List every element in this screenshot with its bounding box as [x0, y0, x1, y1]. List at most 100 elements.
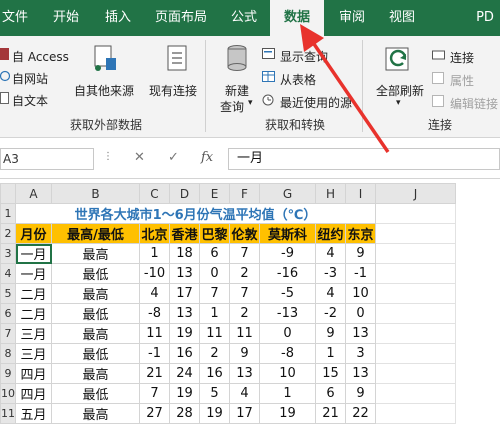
column-header-d[interactable]: D — [169, 183, 200, 204]
header-cell[interactable]: 巴黎 — [199, 223, 230, 244]
data-cell[interactable]: 2 — [229, 303, 260, 324]
data-cell[interactable]: 0 — [199, 263, 230, 284]
data-cell[interactable]: 5 — [199, 383, 230, 404]
data-cell[interactable]: 最低 — [51, 263, 140, 284]
row-header[interactable]: 3 — [0, 243, 16, 264]
cancel-icon[interactable]: ✕ — [134, 150, 145, 165]
data-cell[interactable]: -5 — [259, 283, 316, 304]
data-cell[interactable]: -10 — [139, 263, 170, 284]
data-cell[interactable]: 19 — [199, 403, 230, 424]
row-header[interactable]: 5 — [0, 283, 16, 304]
cell-empty[interactable] — [375, 363, 456, 384]
data-cell[interactable]: 五月 — [15, 403, 52, 424]
name-box[interactable]: A3 — [0, 148, 94, 170]
header-cell[interactable]: 香港 — [169, 223, 200, 244]
data-cell[interactable]: 9 — [315, 323, 346, 344]
column-header-h[interactable]: H — [315, 183, 346, 204]
header-cell[interactable]: 最高/最低 — [51, 223, 140, 244]
data-cell[interactable]: 11 — [139, 323, 170, 344]
data-cell[interactable]: 1 — [139, 243, 170, 264]
data-cell[interactable]: 7 — [229, 283, 260, 304]
row-header[interactable]: 4 — [0, 263, 16, 284]
data-cell[interactable]: 四月 — [15, 363, 52, 384]
sheet-title-cell[interactable]: 世界各大城市1～6月份气温平均值（℃） — [15, 203, 376, 224]
data-cell[interactable]: 0 — [345, 303, 376, 324]
data-cell[interactable]: 10 — [345, 283, 376, 304]
tab-data[interactable]: 数据 — [270, 0, 324, 36]
formula-input[interactable]: 一月 — [228, 148, 500, 170]
data-cell[interactable]: -13 — [259, 303, 316, 324]
data-cell[interactable]: 最高 — [51, 323, 140, 344]
data-cell[interactable]: 17 — [169, 283, 200, 304]
data-cell[interactable]: 0 — [259, 323, 316, 344]
column-header-i[interactable]: I — [345, 183, 376, 204]
cell-empty[interactable] — [375, 303, 456, 324]
data-cell[interactable]: 17 — [229, 403, 260, 424]
cell-empty[interactable] — [375, 343, 456, 364]
select-all-corner[interactable] — [0, 183, 16, 204]
column-header-a[interactable]: A — [15, 183, 52, 204]
cell-empty[interactable] — [375, 203, 456, 224]
cell-empty[interactable] — [375, 283, 456, 304]
cell-empty[interactable] — [375, 243, 456, 264]
data-cell[interactable]: 24 — [169, 363, 200, 384]
data-cell[interactable]: 21 — [315, 403, 346, 424]
data-cell[interactable]: 11 — [199, 323, 230, 344]
data-cell[interactable]: 19 — [169, 323, 200, 344]
data-cell[interactable]: -3 — [315, 263, 346, 284]
header-cell[interactable]: 月份 — [15, 223, 52, 244]
tab-review[interactable]: 审阅 — [330, 0, 374, 36]
cell-empty[interactable] — [375, 403, 456, 424]
header-cell[interactable]: 纽约 — [315, 223, 346, 244]
data-cell[interactable]: 19 — [169, 383, 200, 404]
column-header-e[interactable]: E — [199, 183, 230, 204]
data-cell[interactable]: 1 — [259, 383, 316, 404]
cell-empty[interactable] — [375, 323, 456, 344]
row-header[interactable]: 8 — [0, 343, 16, 364]
data-cell[interactable]: 13 — [229, 363, 260, 384]
data-cell[interactable]: 7 — [139, 383, 170, 404]
data-cell[interactable]: 7 — [199, 283, 230, 304]
data-cell[interactable]: 最低 — [51, 303, 140, 324]
data-cell[interactable]: -8 — [259, 343, 316, 364]
data-cell[interactable]: 1 — [315, 343, 346, 364]
tab-insert[interactable]: 插入 — [96, 0, 140, 36]
data-cell[interactable]: -2 — [315, 303, 346, 324]
row-header[interactable]: 2 — [0, 223, 16, 244]
row-header[interactable]: 1 — [0, 203, 16, 224]
column-header-j[interactable]: J — [375, 183, 456, 204]
insert-function-icon[interactable]: fx — [201, 150, 213, 165]
data-cell[interactable]: 一月 — [15, 263, 52, 284]
data-cell[interactable]: 22 — [345, 403, 376, 424]
data-cell[interactable]: 9 — [229, 343, 260, 364]
data-cell[interactable]: 13 — [169, 263, 200, 284]
data-cell[interactable]: 3 — [345, 343, 376, 364]
data-cell[interactable]: 二月 — [15, 283, 52, 304]
data-cell[interactable]: 4 — [139, 283, 170, 304]
tab-pdf[interactable]: PD — [470, 0, 500, 36]
data-cell[interactable]: 1 — [199, 303, 230, 324]
data-cell[interactable]: 2 — [229, 263, 260, 284]
data-cell[interactable]: 10 — [259, 363, 316, 384]
data-cell[interactable]: 4 — [315, 243, 346, 264]
data-cell[interactable]: 11 — [229, 323, 260, 344]
column-header-f[interactable]: F — [229, 183, 260, 204]
cell-empty[interactable] — [375, 263, 456, 284]
tab-formulas[interactable]: 公式 — [222, 0, 266, 36]
cell-empty[interactable] — [375, 223, 456, 244]
data-cell[interactable]: 三月 — [15, 343, 52, 364]
data-cell[interactable]: 最高 — [51, 283, 140, 304]
data-cell[interactable]: 13 — [345, 363, 376, 384]
column-header-c[interactable]: C — [139, 183, 170, 204]
tab-home[interactable]: 开始 — [44, 0, 88, 36]
enter-icon[interactable]: ✓ — [168, 150, 179, 165]
data-cell[interactable]: 21 — [139, 363, 170, 384]
data-cell[interactable]: 最高 — [51, 363, 140, 384]
column-header-g[interactable]: G — [259, 183, 316, 204]
row-header[interactable]: 11 — [0, 403, 16, 424]
data-cell[interactable]: 最低 — [51, 343, 140, 364]
data-cell[interactable]: 三月 — [15, 323, 52, 344]
data-cell[interactable]: 一月 — [15, 243, 52, 264]
data-cell[interactable]: 6 — [315, 383, 346, 404]
data-cell[interactable]: -16 — [259, 263, 316, 284]
